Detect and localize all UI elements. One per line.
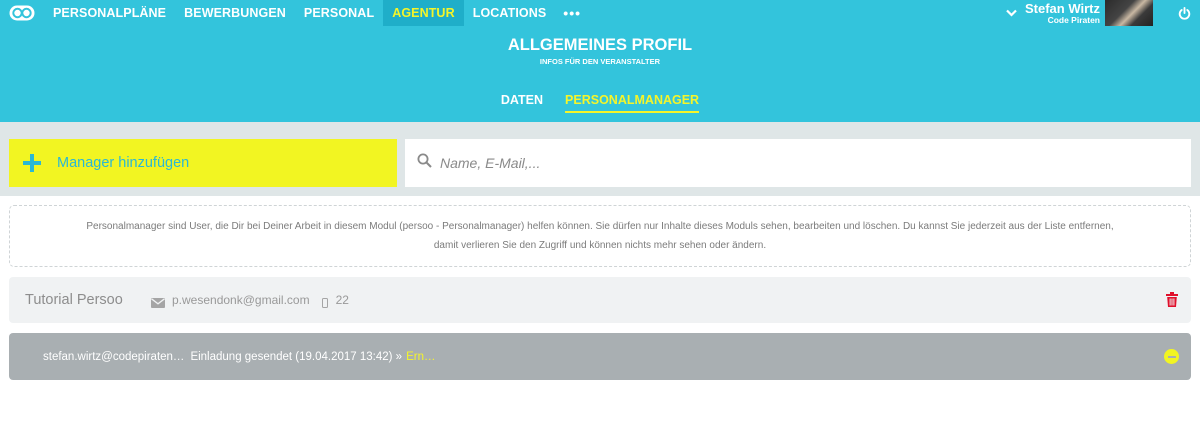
- power-icon[interactable]: [1168, 0, 1200, 26]
- tab-personalmanager[interactable]: PERSONALMANAGER: [565, 93, 700, 113]
- manager-name: Tutorial Persoo: [25, 292, 123, 308]
- search-icon: [417, 153, 432, 173]
- top-navigation: PERSONALPLÄNE BEWERBUNGEN PERSONAL AGENT…: [0, 0, 1200, 26]
- info-text-line1: Personalmanager sind User, die Dir bei D…: [86, 221, 1114, 232]
- chevron-down-icon[interactable]: [1006, 6, 1017, 20]
- invite-status: Einladung gesendet (19.04.2017 13:42) »: [190, 350, 403, 363]
- toolbar: Manager hinzufügen: [0, 122, 1200, 196]
- page-header: ALLGEMEINES PROFIL INFOS FÜR DEN VERANST…: [0, 26, 1200, 122]
- user-name: Stefan Wirtz: [1025, 0, 1100, 16]
- invite-email: stefan.wirtz@codepiraten…: [43, 350, 185, 363]
- nav-item-agentur[interactable]: AGENTUR: [383, 0, 464, 26]
- search-box: [405, 139, 1191, 187]
- manager-phone: 22: [335, 293, 349, 307]
- plus-icon: [23, 150, 43, 176]
- tab-daten[interactable]: DATEN: [501, 93, 543, 113]
- user-organization: Code Piraten: [1047, 14, 1100, 25]
- nav-item-bewerbungen[interactable]: BEWERBUNGEN: [175, 0, 295, 26]
- logo-icon[interactable]: [0, 0, 44, 26]
- nav-item-personalplaene[interactable]: PERSONALPLÄNE: [44, 0, 175, 26]
- nav-item-personal[interactable]: PERSONAL: [295, 0, 383, 26]
- envelope-icon: [151, 295, 165, 308]
- page-subtitle: INFOS FÜR DEN VERANSTALTER: [539, 57, 661, 66]
- sub-tabs: DATEN PERSONALMANAGER: [0, 93, 1200, 113]
- avatar[interactable]: [1105, 0, 1153, 26]
- manager-email: p.wesendonk@gmail.com: [172, 293, 310, 307]
- info-box: Personalmanager sind User, die Dir bei D…: [9, 205, 1191, 267]
- phone-icon: [321, 295, 328, 308]
- list-item[interactable]: stefan.wirtz@codepiraten… Einladung gese…: [9, 333, 1191, 380]
- add-manager-button[interactable]: Manager hinzufügen: [9, 139, 397, 187]
- info-text: Personalmanager sind User, die Dir bei D…: [86, 217, 1113, 255]
- nav-more-button[interactable]: •••: [555, 0, 589, 26]
- resend-invite-link[interactable]: Ern…: [406, 351, 435, 363]
- page-title: ALLGEMEINES PROFIL: [507, 36, 693, 54]
- add-manager-label: Manager hinzufügen: [57, 155, 190, 171]
- info-text-line2: damit verlieren Sie den Zugriff und könn…: [433, 240, 767, 251]
- nav-item-locations[interactable]: LOCATIONS: [464, 0, 556, 26]
- search-input[interactable]: [440, 155, 1140, 171]
- trash-icon[interactable]: [1166, 292, 1178, 307]
- list-item[interactable]: Tutorial Persoo p.wesendonk@gmail.com 22: [9, 277, 1191, 323]
- minus-circle-icon[interactable]: [1164, 349, 1179, 364]
- user-menu[interactable]: Stefan Wirtz Code Piraten: [1025, 2, 1100, 25]
